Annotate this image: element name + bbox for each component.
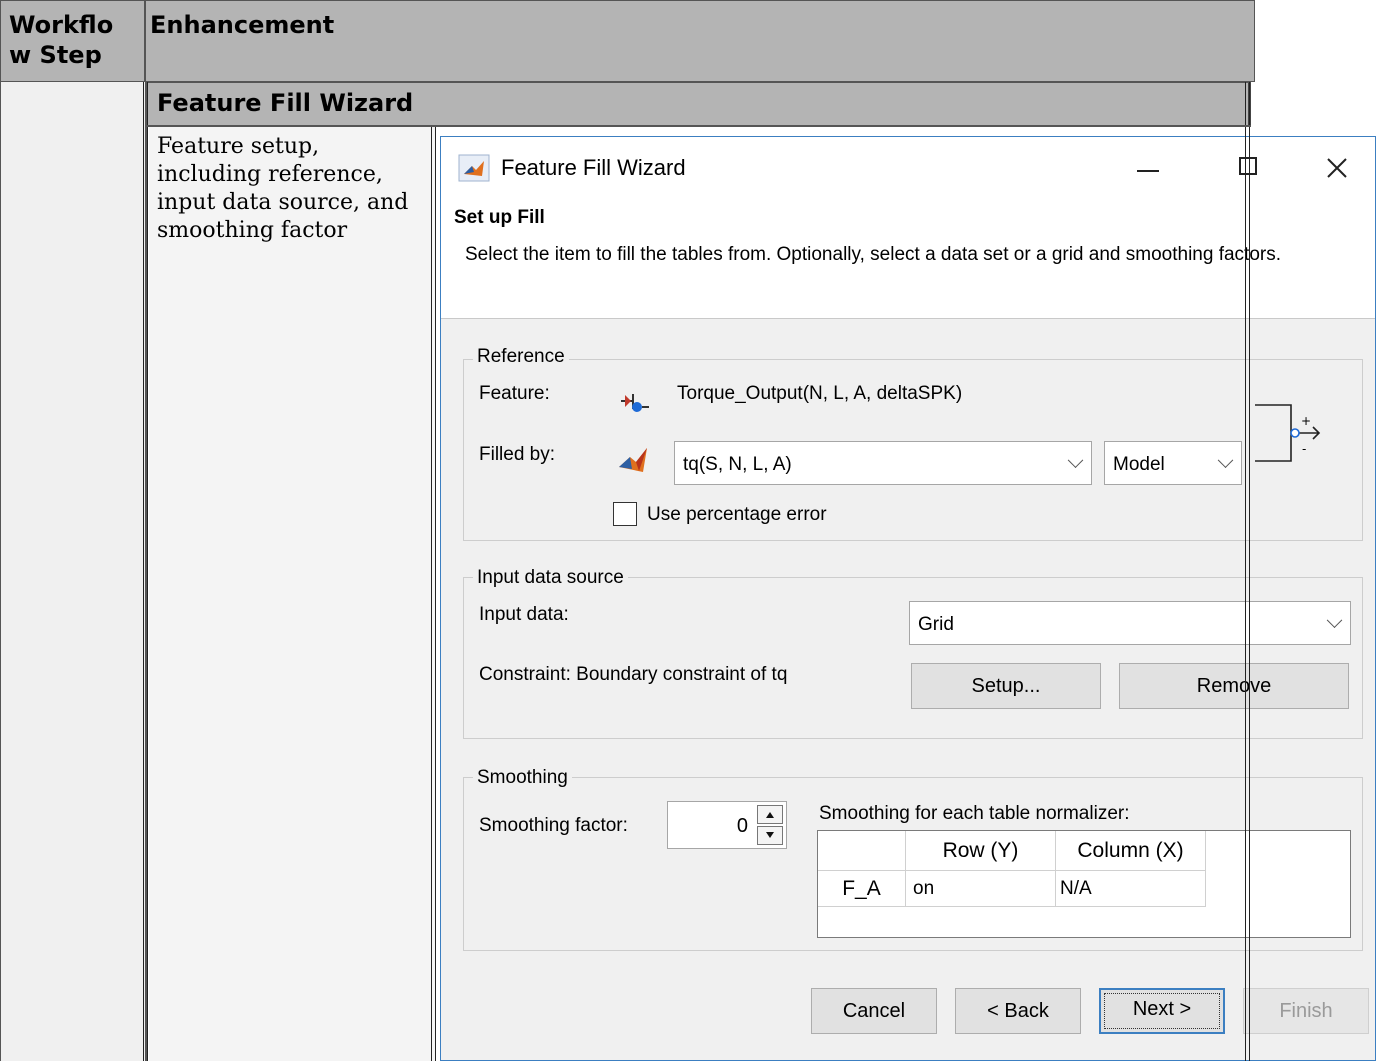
- cancel-button[interactable]: Cancel: [811, 988, 937, 1034]
- filled-by-label: Filled by:: [479, 444, 556, 465]
- input-data-dropdown[interactable]: Grid: [909, 601, 1351, 645]
- next-button[interactable]: Next >: [1099, 988, 1225, 1034]
- feature-value: Torque_Output(N, L, A, deltaSPK): [677, 383, 963, 404]
- header-workflow-step: Workflo w Step: [9, 11, 114, 69]
- minimize-icon: [1137, 170, 1159, 172]
- input-source-legend: Input data source: [473, 567, 628, 589]
- input-data-value: Grid: [918, 614, 954, 635]
- svg-text:-: -: [1302, 442, 1306, 456]
- table-column-header: Row (Y): [906, 831, 1056, 871]
- step-header: Set up Fill Select the item to fill the …: [441, 199, 1375, 319]
- description-cell: [149, 126, 436, 1061]
- smoothing-factor-value: 0: [736, 815, 748, 837]
- step-title: Set up Fill: [454, 207, 545, 228]
- setup-button[interactable]: Setup...: [911, 663, 1101, 709]
- close-icon: [1327, 158, 1347, 178]
- section-title: Feature Fill Wizard: [157, 89, 414, 117]
- triangle-up-icon: [766, 812, 774, 818]
- matlab-model-icon: [619, 448, 647, 472]
- triangle-down-icon: [766, 832, 774, 838]
- input-data-label: Input data:: [479, 604, 569, 625]
- reference-legend: Reference: [473, 346, 569, 368]
- close-button[interactable]: [1311, 149, 1361, 189]
- table-border-left: [143, 82, 148, 1061]
- feature-label: Feature:: [479, 383, 550, 404]
- smoothing-factor-label: Smoothing factor:: [479, 815, 628, 836]
- workflow-step-cell: [0, 82, 147, 1061]
- back-button[interactable]: < Back: [955, 988, 1081, 1034]
- table-border-mid: [431, 126, 436, 1061]
- filled-by-dropdown[interactable]: tq(S, N, L, A): [674, 441, 1092, 485]
- window-title: Feature Fill Wizard: [501, 155, 686, 180]
- chevron-down-icon: [1217, 452, 1234, 469]
- minimize-button[interactable]: [1124, 149, 1174, 189]
- constraint-text: Constraint: Boundary constraint of tq: [479, 664, 788, 685]
- table-corner: [818, 831, 906, 871]
- block-port-icon: + -: [1255, 404, 1321, 462]
- matlab-app-icon: [458, 154, 490, 182]
- remove-button[interactable]: Remove: [1119, 663, 1349, 709]
- spin-down-button[interactable]: [757, 826, 783, 845]
- table-row-header: F_A: [818, 871, 906, 907]
- feature-icon: [621, 394, 649, 412]
- normalizer-label: Smoothing for each table normalizer:: [819, 803, 1130, 824]
- smoothing-factor-spinner[interactable]: 0: [667, 801, 787, 849]
- description-text: Feature setup, including reference, inpu…: [157, 134, 409, 243]
- type-value: Model: [1113, 454, 1165, 475]
- table-column-header: Column (X): [1056, 831, 1206, 871]
- normalizer-table: Row (Y) Column (X) F_A on N/A: [817, 830, 1351, 938]
- filled-by-value: tq(S, N, L, A): [683, 454, 792, 475]
- table-cell[interactable]: N/A: [1056, 871, 1206, 907]
- smoothing-legend: Smoothing: [473, 767, 572, 789]
- table-border-right: [1245, 82, 1250, 1061]
- table-cell[interactable]: on: [906, 871, 1056, 907]
- feature-fill-wizard-window: Feature Fill Wizard Set up Fill Select t…: [440, 136, 1376, 1061]
- use-percentage-label[interactable]: Use percentage error: [647, 504, 827, 526]
- section-bottom-line: [147, 125, 1251, 127]
- step-instruction: Select the item to fill the tables from.…: [465, 244, 1281, 265]
- svg-text:+: +: [1301, 414, 1311, 428]
- chevron-down-icon: [1326, 612, 1343, 629]
- use-percentage-checkbox[interactable]: [613, 502, 637, 526]
- finish-button[interactable]: Finish: [1243, 988, 1369, 1034]
- spin-up-button[interactable]: [757, 805, 783, 824]
- header-divider: [144, 0, 146, 82]
- header-enhancement: Enhancement: [150, 11, 335, 39]
- type-dropdown[interactable]: Model: [1104, 441, 1242, 485]
- chevron-down-icon: [1067, 452, 1084, 469]
- title-bar: Feature Fill Wizard: [441, 137, 1375, 199]
